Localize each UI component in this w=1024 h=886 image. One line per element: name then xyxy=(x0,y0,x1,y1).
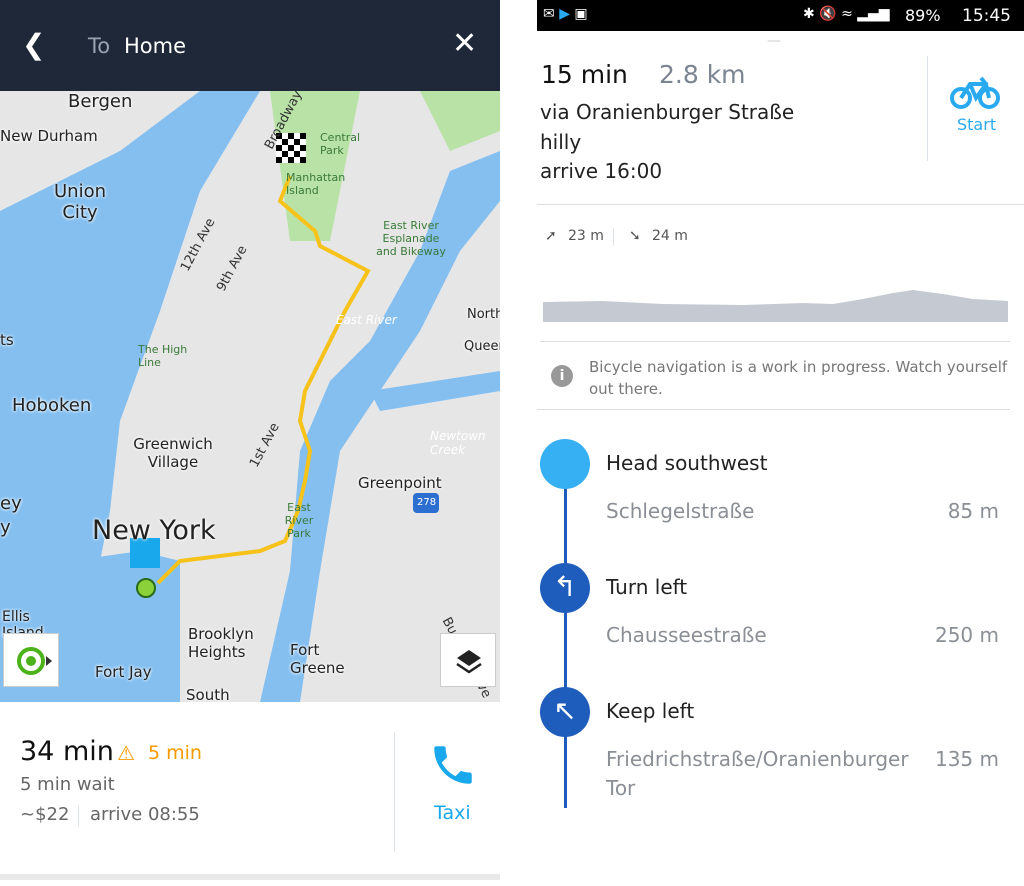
map[interactable]: Bergen New Durham Union City Hoboken Gre… xyxy=(0,91,500,702)
divider xyxy=(537,204,1024,205)
ascent: 23 m xyxy=(568,228,604,244)
park-label: The High Line xyxy=(138,343,188,369)
step-distance: 135 m xyxy=(934,747,999,771)
elevation-profile xyxy=(543,290,1008,322)
park-label: East River Esplanade and Bikeway xyxy=(376,219,446,258)
map-label: South xyxy=(186,686,230,702)
arrive-time: arrive 08:55 xyxy=(90,804,200,825)
park-label: East River Park xyxy=(284,501,314,540)
water-label: East River xyxy=(336,313,397,327)
duration: 34 min xyxy=(20,736,114,767)
map-label: Greenpoint xyxy=(358,474,442,492)
divider xyxy=(394,732,395,852)
step-instruction: Head southwest xyxy=(606,451,768,475)
taxi-button[interactable]: Taxi xyxy=(434,802,471,824)
park-label: Manhattan Island xyxy=(286,171,346,197)
step-instruction: Turn left xyxy=(606,575,688,599)
map-label: y xyxy=(0,517,11,538)
turn-left-icon: ↰ xyxy=(540,563,590,613)
system-icons: ✱ 🔇 ≈ ▂▄▆ xyxy=(803,6,890,22)
route-summary-card[interactable]: 34 min ⚠ 5 min 5 min wait ~$22 arrive 08… xyxy=(0,702,500,880)
highway-shield: 278 xyxy=(417,497,437,508)
phone-icon[interactable] xyxy=(428,740,478,790)
layers-icon xyxy=(456,650,482,674)
origin-marker-icon xyxy=(136,578,156,598)
warning-icon: ⚠ xyxy=(117,741,135,765)
header: ❮ To Home ✕ xyxy=(0,0,500,91)
step-distance: 250 m xyxy=(934,623,999,647)
map-label: New Durham xyxy=(0,127,98,145)
step-instruction: Keep left xyxy=(606,699,695,723)
recenter-button[interactable] xyxy=(3,633,59,687)
divider xyxy=(537,409,1010,410)
map-label: ts xyxy=(0,331,14,349)
park-label: Central Park xyxy=(320,131,361,157)
bike-arrive: arrive 16:00 xyxy=(540,159,663,183)
map-label: Queens xyxy=(464,339,500,354)
divider xyxy=(927,56,928,161)
close-icon[interactable]: ✕ xyxy=(452,26,477,61)
water-label: Newtown Creek xyxy=(430,429,486,457)
map-label: New York xyxy=(92,515,216,546)
destination-label[interactable]: Home xyxy=(124,34,186,58)
keep-left-icon: ↖ xyxy=(540,687,590,737)
notification-icons: ✉ ▶ ▣ xyxy=(543,6,588,22)
map-label: Fort Jay xyxy=(95,663,152,681)
map-label: Fort Greene xyxy=(290,641,345,677)
map-label: Greenwich Village xyxy=(133,435,213,471)
bike-duration: 15 min xyxy=(541,60,628,89)
start-button[interactable]: Start xyxy=(957,115,996,134)
battery-level: 89% xyxy=(905,6,941,25)
layers-button[interactable] xyxy=(440,633,496,687)
step-distance: 85 m xyxy=(947,499,999,523)
wait-time: 5 min wait xyxy=(20,774,115,795)
delay: 5 min xyxy=(148,742,202,764)
map-label: ey xyxy=(0,493,22,514)
bike-route-screen: ✉ ▶ ▣ ✱ 🔇 ≈ ▂▄▆ 89% 15:45 — 15 min 2.8 k… xyxy=(537,0,1024,886)
route-line xyxy=(564,470,567,808)
info-icon: i xyxy=(551,365,573,387)
map-label: Union City xyxy=(53,181,106,223)
beta-notice: Bicycle navigation is a work in progress… xyxy=(589,358,1008,398)
taxi-route-screen: ❮ To Home ✕ Bergen New Durham Union City… xyxy=(0,0,500,886)
map-label: Bergen xyxy=(68,91,133,112)
price: ~$22 xyxy=(20,804,70,825)
clock: 15:45 xyxy=(962,6,1011,26)
step-street: Friedrichstraße/Oranienburger Tor xyxy=(606,747,909,800)
descent: 24 m xyxy=(652,228,688,244)
descent-icon: ➘ xyxy=(629,228,641,244)
divider xyxy=(613,228,614,246)
to-label: To xyxy=(88,34,111,58)
via-street: via Oranienburger Straße xyxy=(540,100,795,124)
expand-handle-icon[interactable]: — xyxy=(767,33,781,49)
status-bar: ✉ ▶ ▣ ✱ 🔇 ≈ ▂▄▆ 89% 15:45 xyxy=(537,0,1024,31)
location-icon xyxy=(17,647,52,675)
terrain: hilly xyxy=(540,130,582,154)
map-label: North xyxy=(467,307,500,322)
divider xyxy=(78,806,79,826)
divider xyxy=(540,341,1010,342)
step-street: Chausseestraße xyxy=(606,623,767,647)
map-label: Brooklyn Heights xyxy=(188,625,254,661)
map-label: Hoboken xyxy=(12,395,92,416)
start-dot-icon xyxy=(540,439,590,489)
ascent-icon: ➚ xyxy=(545,228,557,244)
bicycle-icon[interactable] xyxy=(950,76,1000,110)
bike-distance: 2.8 km xyxy=(659,60,746,89)
step-street: Schlegelstraße xyxy=(606,499,755,523)
back-icon[interactable]: ❮ xyxy=(22,28,45,61)
